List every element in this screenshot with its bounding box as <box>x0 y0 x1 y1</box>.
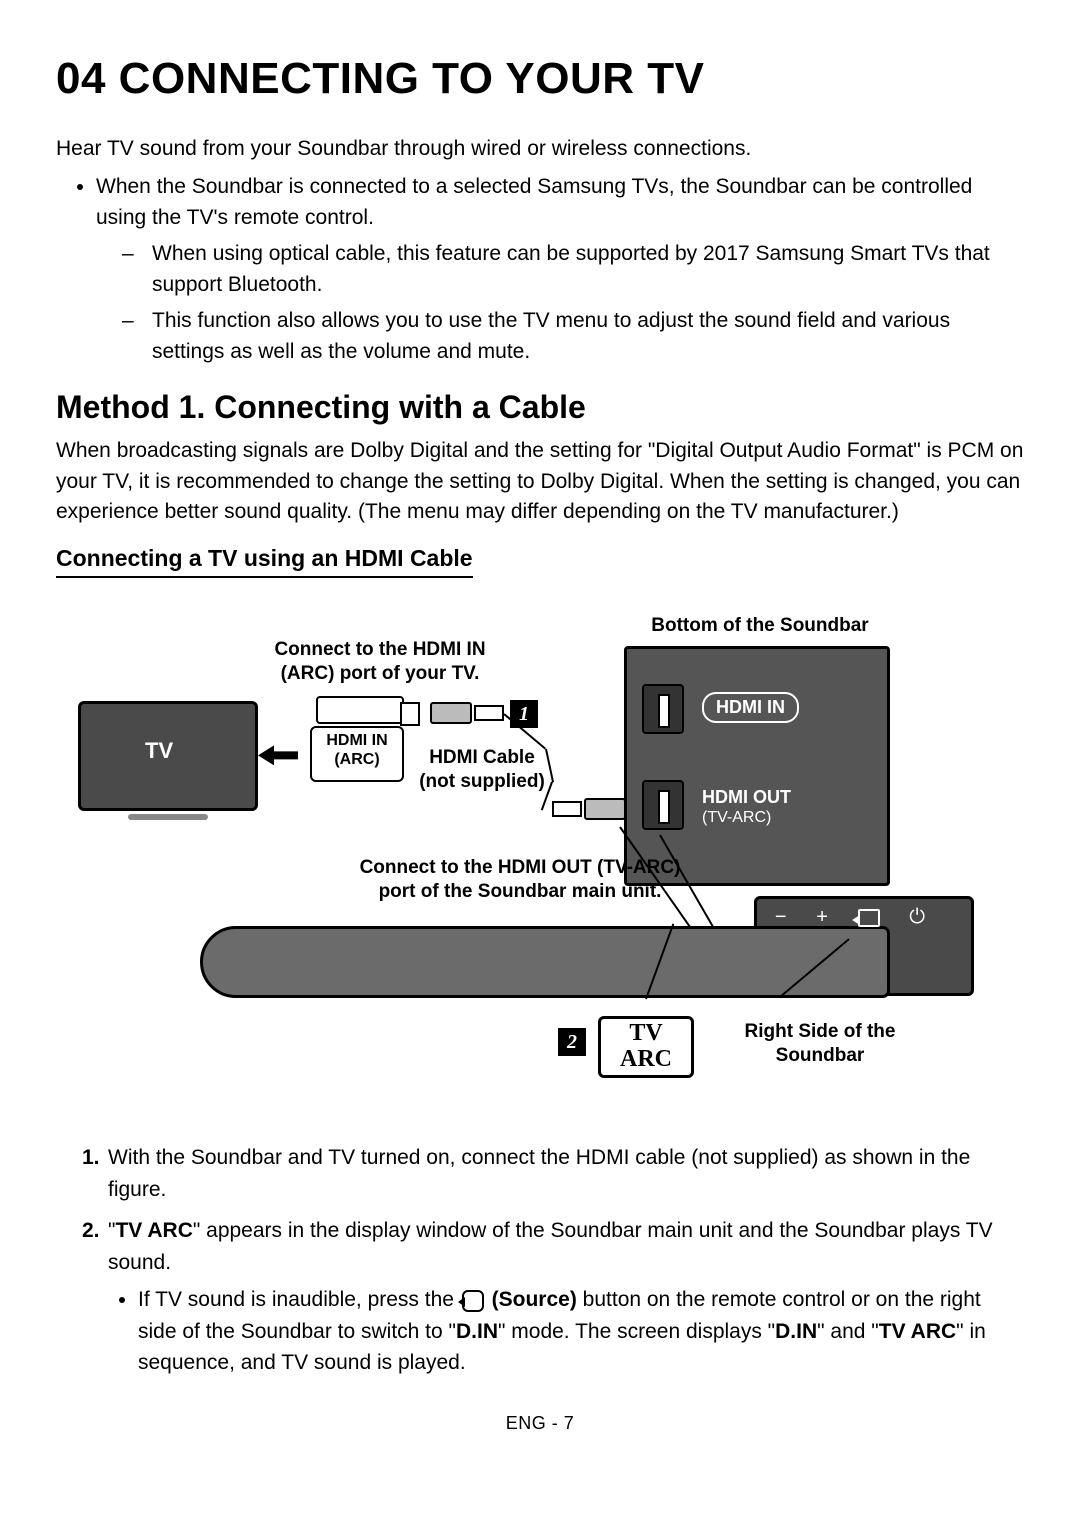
figure-label: HDMI IN <box>326 732 387 749</box>
figure-label: Connect to the HDMI IN <box>274 639 485 660</box>
tv-label: TV <box>145 738 173 764</box>
hdmi-out-port-icon <box>642 780 684 830</box>
figure-label: Right Side of the <box>745 1021 896 1042</box>
bullet-text: When the Soundbar is connected to a sele… <box>96 175 972 228</box>
right-side-label: Right Side of the Soundbar <box>720 1020 920 1068</box>
hdmi-in-port-icon <box>642 684 684 734</box>
bold-text: D.IN <box>456 1320 498 1343</box>
step-number: 2. <box>82 1215 100 1247</box>
page-title: 04 CONNECTING TO YOUR TV <box>56 54 1024 104</box>
intro-text: Hear TV sound from your Soundbar through… <box>56 134 1024 164</box>
figure-label: TV <box>629 1020 662 1046</box>
figure-label: HDMI Cable <box>429 747 535 768</box>
hdmi-port-icon <box>316 696 404 724</box>
bold-text: TV ARC <box>879 1320 956 1343</box>
volume-down-icon: − <box>775 906 787 929</box>
step-text: With the Soundbar and TV turned on, conn… <box>108 1146 970 1201</box>
hdmi-plug-icon <box>430 698 504 728</box>
connection-diagram: Connect to the HDMI IN (ARC) port of you… <box>60 596 1020 1116</box>
text: " appears in the display window of the S… <box>108 1219 993 1274</box>
step-item-1: 1. With the Soundbar and TV turned on, c… <box>82 1142 1024 1205</box>
figure-label: Connect to the HDMI OUT (TV-ARC) <box>360 857 681 878</box>
tv-stand-icon <box>128 814 208 820</box>
bold-text: D.IN <box>775 1320 817 1343</box>
source-icon <box>462 1290 484 1312</box>
arrow-left-icon <box>258 735 310 775</box>
figure-label: (ARC) port of your TV. <box>281 663 480 684</box>
figure-label: port of the Soundbar main unit. <box>379 881 662 902</box>
figure-label: HDMI OUT <box>702 787 791 807</box>
dash-item: When using optical cable, this feature c… <box>122 239 1024 300</box>
tv-port-instruction: Connect to the HDMI IN (ARC) port of you… <box>260 638 500 686</box>
dash-item: This function also allows you to use the… <box>122 306 1024 367</box>
figure-label: (ARC) <box>334 751 379 768</box>
method-title: Method 1. Connecting with a Cable <box>56 389 1024 426</box>
page-footer: ENG - 7 <box>56 1413 1024 1434</box>
soundbar-port-instruction: Connect to the HDMI OUT (TV-ARC) port of… <box>350 856 690 904</box>
volume-up-icon: + <box>816 906 828 929</box>
side-button-row: − + ⏻ <box>760 906 940 929</box>
step-badge-2: 2 <box>558 1028 586 1056</box>
hdmi-in-arc-tag: HDMI IN (ARC) <box>310 726 404 782</box>
hdmi-plug-icon <box>552 794 626 824</box>
bullet-item: When the Soundbar is connected to a sele… <box>96 172 1024 367</box>
bold-text: (Source) <box>486 1288 577 1311</box>
subsection-title: Connecting a TV using an HDMI Cable <box>56 545 473 578</box>
hdmi-in-pill: HDMI IN <box>702 692 799 723</box>
text: If TV sound is inaudible, press the <box>138 1288 460 1311</box>
step-item-2: 2. "TV ARC" appears in the display windo… <box>82 1215 1024 1379</box>
sub-bullet: If TV sound is inaudible, press the (Sou… <box>138 1284 1024 1379</box>
tv-arc-display: TV ARC <box>598 1016 694 1078</box>
text: " and " <box>817 1320 879 1343</box>
bold-text: TV ARC <box>115 1219 192 1242</box>
text: " mode. The screen displays " <box>498 1320 775 1343</box>
soundbar-bottom-label: Bottom of the Soundbar <box>640 614 880 638</box>
source-icon <box>858 909 880 927</box>
figure-label: ARC <box>620 1046 672 1072</box>
hdmi-cable-label: HDMI Cable (not supplied) <box>412 746 552 794</box>
figure-label: (TV-ARC) <box>702 809 771 826</box>
power-icon: ⏻ <box>909 906 925 929</box>
method-paragraph: When broadcasting signals are Dolby Digi… <box>56 436 1024 527</box>
soundbar-side-icon <box>200 926 890 998</box>
step-text: "TV ARC" appears in the display window o… <box>108 1219 993 1274</box>
soundbar-bottom-icon <box>624 646 890 886</box>
figure-label: (not supplied) <box>419 771 545 792</box>
figure-label: Soundbar <box>776 1045 865 1066</box>
step-number: 1. <box>82 1142 100 1174</box>
hdmi-out-label: HDMI OUT (TV-ARC) <box>702 788 791 827</box>
